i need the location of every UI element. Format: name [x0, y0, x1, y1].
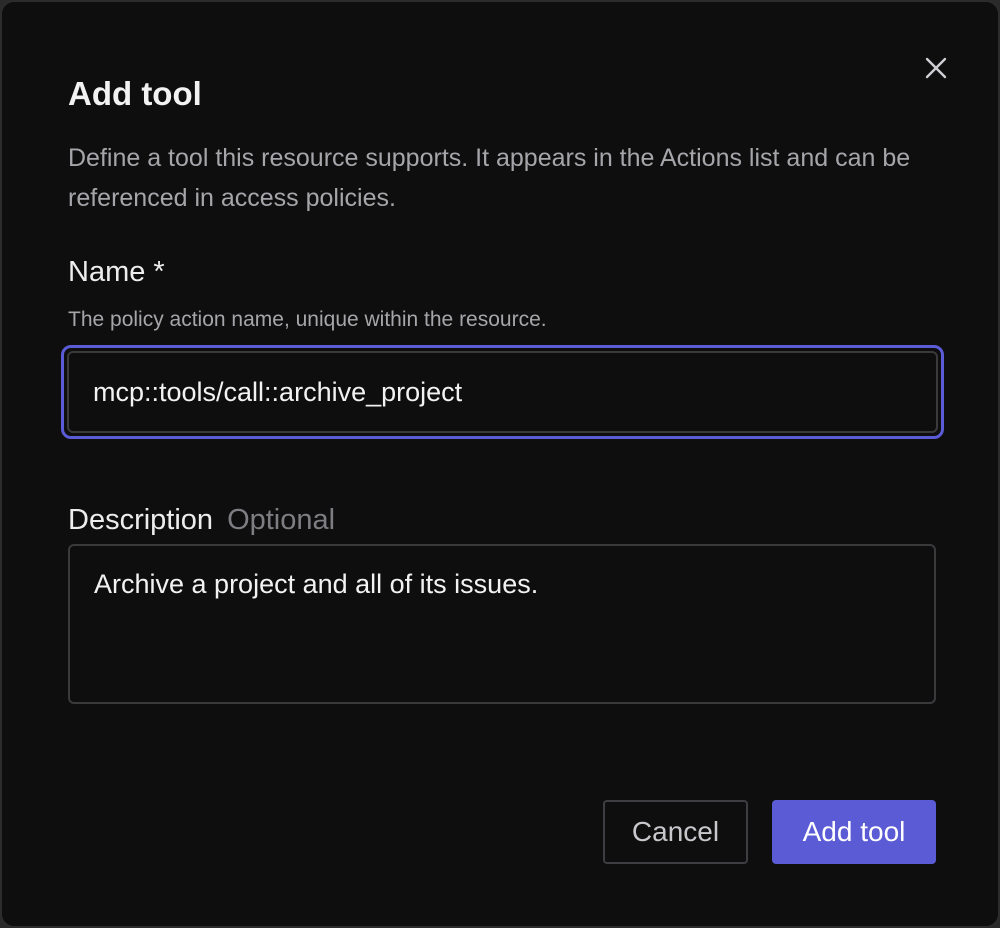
dialog-title: Add tool: [68, 75, 202, 112]
cancel-button[interactable]: Cancel: [603, 800, 748, 864]
name-input-focus-ring: [61, 345, 944, 439]
name-label: Name *: [68, 256, 165, 288]
optional-tag: Optional: [227, 504, 336, 536]
name-hint: The policy action name, unique within th…: [68, 308, 547, 331]
description-label-text: Description: [68, 504, 214, 536]
add-tool-button[interactable]: Add tool: [772, 800, 936, 864]
close-icon: [925, 57, 947, 79]
close-button[interactable]: [918, 50, 954, 86]
add-tool-dialog: Add tool Define a tool this resource sup…: [0, 0, 1000, 928]
name-input[interactable]: [67, 351, 938, 433]
dialog-subtitle: Define a tool this resource supports. It…: [68, 144, 911, 212]
description-textarea[interactable]: Archive a project and all of its issues.: [68, 544, 936, 704]
description-label: Description Optional: [68, 501, 335, 539]
